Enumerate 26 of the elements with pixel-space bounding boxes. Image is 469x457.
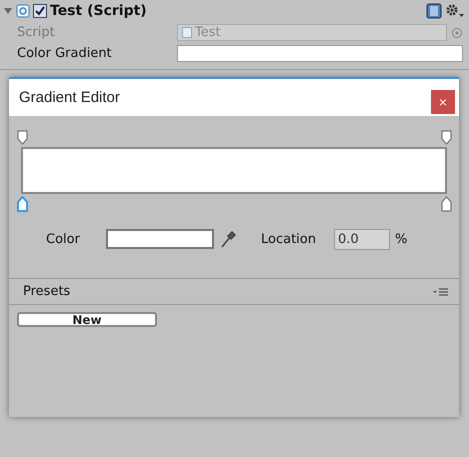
presets-title: Presets (23, 284, 70, 299)
script-icon (16, 4, 30, 18)
foldout-arrow-icon[interactable] (3, 6, 13, 16)
gradient-key-icon[interactable] (441, 130, 452, 146)
gear-icon[interactable] (445, 3, 465, 19)
eyedropper-icon[interactable] (219, 229, 237, 249)
gradient-key-icon[interactable] (17, 196, 28, 212)
close-button[interactable]: × (431, 90, 455, 114)
menu-icon[interactable] (433, 288, 449, 296)
location-label: Location (261, 232, 317, 246)
location-field[interactable]: 0.0 (334, 228, 390, 250)
script-icon (182, 27, 192, 38)
gradient-key-icon[interactable] (17, 130, 28, 146)
component-title: Test (Script) (50, 3, 147, 19)
color-swatch[interactable] (106, 229, 214, 249)
unit-label: % (395, 232, 408, 246)
color-label: Color (46, 232, 81, 246)
enabled-checkbox[interactable] (33, 4, 47, 18)
window-title: Gradient Editor (19, 89, 120, 106)
gradient-key-icon[interactable] (441, 196, 452, 212)
new-preset-button[interactable]: New (17, 312, 157, 327)
field-label: Color Gradient (17, 46, 113, 61)
field-label: Script (17, 25, 56, 40)
gradient-field[interactable] (177, 45, 463, 62)
script-name: Test (195, 25, 221, 40)
help-book-icon[interactable] (426, 3, 442, 19)
